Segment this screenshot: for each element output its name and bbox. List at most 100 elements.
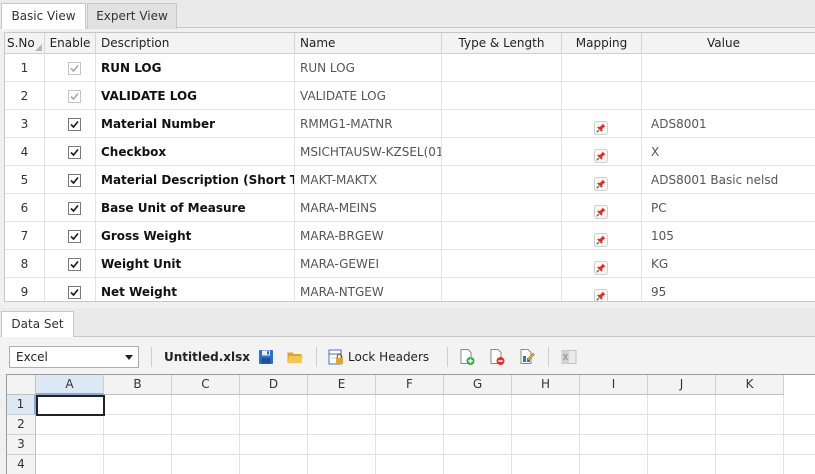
enable-cell xyxy=(45,194,96,222)
sno-cell: 5 xyxy=(5,166,45,194)
table-row[interactable]: 6 Base Unit of Measure MARA-MEINS PC xyxy=(5,194,815,222)
type-length-cell xyxy=(442,138,562,166)
pin-icon[interactable] xyxy=(594,229,608,247)
grid-line xyxy=(36,434,815,435)
spreadsheet[interactable]: ABCDEFGHIJK 1234 xyxy=(6,374,815,474)
type-length-cell xyxy=(442,166,562,194)
name-cell: MAKT-MAKTX xyxy=(295,166,442,194)
sno-cell: 2 xyxy=(5,82,45,110)
enable-checkbox[interactable] xyxy=(68,118,81,131)
enable-checkbox[interactable] xyxy=(68,146,81,159)
grid-header: S.No Enable Description Name Type & Leng… xyxy=(5,33,815,54)
mapping-cell xyxy=(562,110,642,138)
column-header-b[interactable]: B xyxy=(104,375,172,395)
column-header-type-length[interactable]: Type & Length xyxy=(442,33,562,54)
grid-line xyxy=(36,454,815,455)
column-header-d[interactable]: D xyxy=(240,375,308,395)
excel-icon[interactable] xyxy=(560,348,578,366)
name-cell: RMMG1-MATNR xyxy=(295,110,442,138)
name-cell: MARA-MEINS xyxy=(295,194,442,222)
lock-headers-button[interactable]: Lock Headers xyxy=(348,348,429,366)
tab-basic-view[interactable]: Basic View xyxy=(1,3,86,29)
enable-checkbox[interactable] xyxy=(68,174,81,187)
mapping-cell xyxy=(562,250,642,278)
description-cell: RUN LOG xyxy=(96,54,295,82)
table-row[interactable]: 7 Gross Weight MARA-BRGEW 105 xyxy=(5,222,815,250)
sno-cell: 4 xyxy=(5,138,45,166)
enable-checkbox[interactable] xyxy=(68,258,81,271)
column-header-sno-label: S.No xyxy=(7,36,35,50)
pin-icon[interactable] xyxy=(594,145,608,163)
name-cell: MARA-NTGEW xyxy=(295,278,442,301)
value-cell: 105 xyxy=(642,222,815,250)
tab-expert-view[interactable]: Expert View xyxy=(87,3,177,29)
add-sheet-icon[interactable] xyxy=(458,348,476,366)
table-row[interactable]: 4 Checkbox MSICHTAUSW-KZSEL(01) X xyxy=(5,138,815,166)
save-icon[interactable] xyxy=(257,348,275,366)
table-row[interactable]: 9 Net Weight MARA-NTGEW 95 xyxy=(5,278,815,301)
select-all-corner[interactable] xyxy=(7,375,36,395)
type-length-cell xyxy=(442,222,562,250)
pin-icon[interactable] xyxy=(594,257,608,275)
enable-checkbox[interactable] xyxy=(68,202,81,215)
table-row[interactable]: 8 Weight Unit MARA-GEWEI KG xyxy=(5,250,815,278)
column-header-a[interactable]: A xyxy=(36,375,104,395)
value-cell: ADS8001 xyxy=(642,110,815,138)
column-header-i[interactable]: I xyxy=(580,375,648,395)
source-type-value: Excel xyxy=(16,350,48,364)
column-header-k[interactable]: K xyxy=(716,375,784,395)
enable-checkbox[interactable] xyxy=(68,286,81,299)
description-cell: Base Unit of Measure xyxy=(96,194,295,222)
toolbar-separator xyxy=(151,347,152,367)
type-length-cell xyxy=(442,82,562,110)
view-tab-bar: Basic View Expert View xyxy=(0,0,815,29)
column-header-description[interactable]: Description xyxy=(96,33,295,54)
mapping-cell xyxy=(562,138,642,166)
remove-sheet-icon[interactable] xyxy=(488,348,506,366)
column-header-h[interactable]: H xyxy=(512,375,580,395)
pin-icon[interactable] xyxy=(594,201,608,219)
description-cell: Net Weight xyxy=(96,278,295,301)
pin-icon[interactable] xyxy=(594,173,608,191)
column-header-c[interactable]: C xyxy=(172,375,240,395)
dataset-tab-bar: Data Set xyxy=(0,308,815,337)
open-folder-icon[interactable] xyxy=(286,348,304,366)
file-name-label: Untitled.xlsx xyxy=(164,350,251,364)
table-row[interactable]: 1 RUN LOG RUN LOG xyxy=(5,54,815,82)
column-header-e[interactable]: E xyxy=(308,375,376,395)
table-row[interactable]: 2 VALIDATE LOG VALIDATE LOG xyxy=(5,82,815,110)
description-cell: Weight Unit xyxy=(96,250,295,278)
sort-indicator-icon xyxy=(35,44,42,51)
pin-icon[interactable] xyxy=(594,117,608,135)
edit-sheet-icon[interactable] xyxy=(518,348,536,366)
column-header-enable[interactable]: Enable xyxy=(45,33,96,54)
sno-cell: 1 xyxy=(5,54,45,82)
column-header-mapping[interactable]: Mapping xyxy=(562,33,642,54)
pin-icon[interactable] xyxy=(594,285,608,301)
column-header-sno[interactable]: S.No xyxy=(5,33,45,54)
toolbar-separator xyxy=(548,347,549,367)
mapping-cell xyxy=(562,82,642,110)
name-cell: RUN LOG xyxy=(295,54,442,82)
column-header-f[interactable]: F xyxy=(376,375,444,395)
source-type-select[interactable]: Excel xyxy=(9,346,139,368)
row-header-3[interactable]: 3 xyxy=(7,435,36,455)
column-header-name[interactable]: Name xyxy=(295,33,442,54)
column-header-g[interactable]: G xyxy=(444,375,512,395)
table-row[interactable]: 5 Material Description (Short Text)MAKT-M… xyxy=(5,166,815,194)
grid-line xyxy=(36,414,815,415)
row-header-4[interactable]: 4 xyxy=(7,455,36,474)
enable-checkbox[interactable] xyxy=(68,230,81,243)
lock-headers-icon[interactable] xyxy=(327,348,345,366)
row-header-2[interactable]: 2 xyxy=(7,415,36,435)
column-header-j[interactable]: J xyxy=(648,375,716,395)
row-header-1[interactable]: 1 xyxy=(7,395,36,415)
column-header-value[interactable]: Value xyxy=(642,33,815,54)
value-cell: KG xyxy=(642,250,815,278)
type-length-cell xyxy=(442,54,562,82)
tab-data-set[interactable]: Data Set xyxy=(1,311,74,337)
description-cell: Checkbox xyxy=(96,138,295,166)
mapping-cell xyxy=(562,54,642,82)
table-row[interactable]: 3 Material Number RMMG1-MATNR ADS8001 xyxy=(5,110,815,138)
active-cell[interactable] xyxy=(36,395,105,416)
